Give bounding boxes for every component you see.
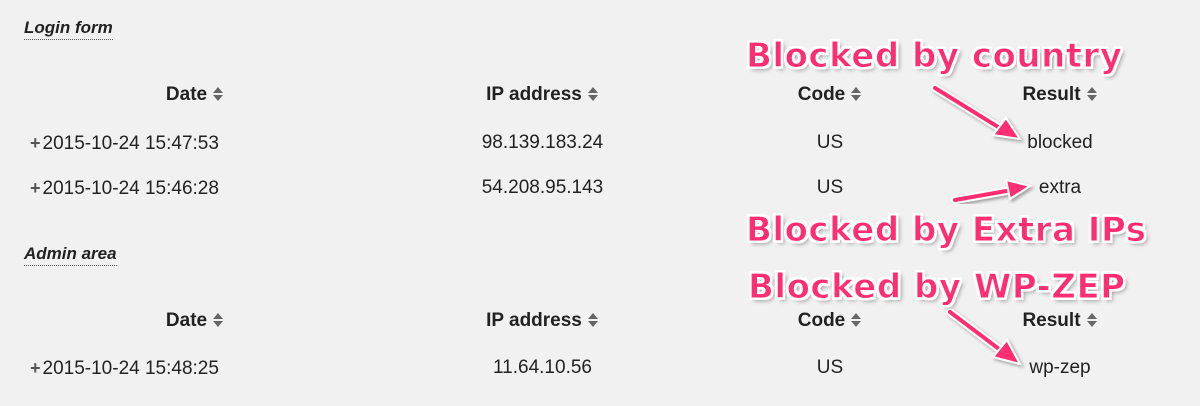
column-header-ip-address[interactable]: IP address xyxy=(400,306,685,336)
column-header-label: Result xyxy=(1022,310,1081,331)
cell-result: blocked xyxy=(1027,132,1093,153)
plus-icon[interactable]: + xyxy=(30,128,41,158)
column-header-result[interactable]: Result xyxy=(990,306,1130,336)
cell-date: +2015-10-24 15:47:53 xyxy=(30,128,290,158)
cell-code: US xyxy=(816,132,844,153)
column-header-date[interactable]: Date xyxy=(30,306,360,336)
cell-result: extra xyxy=(1038,177,1082,198)
column-header-result[interactable]: Result xyxy=(990,80,1130,110)
table-row: +2015-10-24 15:47:53 98.139.183.24 US bl… xyxy=(0,128,1200,158)
plus-icon[interactable]: + xyxy=(30,173,41,203)
annotation-blocked-by-extra-ips: Blocked by Extra IPs xyxy=(746,210,1147,251)
sort-icon[interactable] xyxy=(587,312,599,328)
table-header-row: Date IP address Code Result xyxy=(0,306,1200,336)
table-row: +2015-10-24 15:48:25 11.64.10.56 US wp-z… xyxy=(0,353,1200,383)
column-header-label: IP address xyxy=(486,84,582,105)
column-header-code[interactable]: Code xyxy=(760,80,900,110)
sort-icon[interactable] xyxy=(212,312,224,328)
cell-code: US xyxy=(816,357,844,378)
column-header-label: Code xyxy=(797,84,846,105)
cell-date: +2015-10-24 15:48:25 xyxy=(30,353,290,383)
cell-date: +2015-10-24 15:46:28 xyxy=(30,173,290,203)
column-header-label: IP address xyxy=(486,310,582,331)
section-title-admin-area: Admin area xyxy=(24,244,117,266)
date-value: 2015-10-24 15:47:53 xyxy=(42,133,219,154)
section-title-login-form: Login form xyxy=(24,18,113,40)
sort-icon[interactable] xyxy=(1086,86,1098,102)
cell-ip-address: 98.139.183.24 xyxy=(481,132,604,153)
table-header-row: Date IP address Code Result xyxy=(0,80,1200,110)
sort-icon[interactable] xyxy=(587,86,599,102)
cell-ip-address: 54.208.95.143 xyxy=(481,177,604,198)
sort-icon[interactable] xyxy=(850,86,862,102)
column-header-date[interactable]: Date xyxy=(30,80,360,110)
column-header-label: Date xyxy=(165,84,208,105)
table-row: +2015-10-24 15:46:28 54.208.95.143 US ex… xyxy=(0,173,1200,203)
column-header-code[interactable]: Code xyxy=(760,306,900,336)
column-header-label: Result xyxy=(1022,84,1081,105)
sort-icon[interactable] xyxy=(1086,312,1098,328)
cell-ip-address: 11.64.10.56 xyxy=(493,357,592,378)
sort-icon[interactable] xyxy=(212,86,224,102)
column-header-label: Date xyxy=(165,310,208,331)
cell-code: US xyxy=(816,177,844,198)
column-header-ip-address[interactable]: IP address xyxy=(400,80,685,110)
annotation-blocked-by-wp-zep: Blocked by WP-ZEP xyxy=(748,267,1126,308)
date-value: 2015-10-24 15:48:25 xyxy=(42,358,219,379)
date-value: 2015-10-24 15:46:28 xyxy=(42,178,219,199)
column-header-label: Code xyxy=(797,310,846,331)
cell-result: wp-zep xyxy=(1029,357,1091,378)
annotation-blocked-by-country: Blocked by country xyxy=(745,36,1123,77)
plus-icon[interactable]: + xyxy=(30,353,41,383)
sort-icon[interactable] xyxy=(850,312,862,328)
